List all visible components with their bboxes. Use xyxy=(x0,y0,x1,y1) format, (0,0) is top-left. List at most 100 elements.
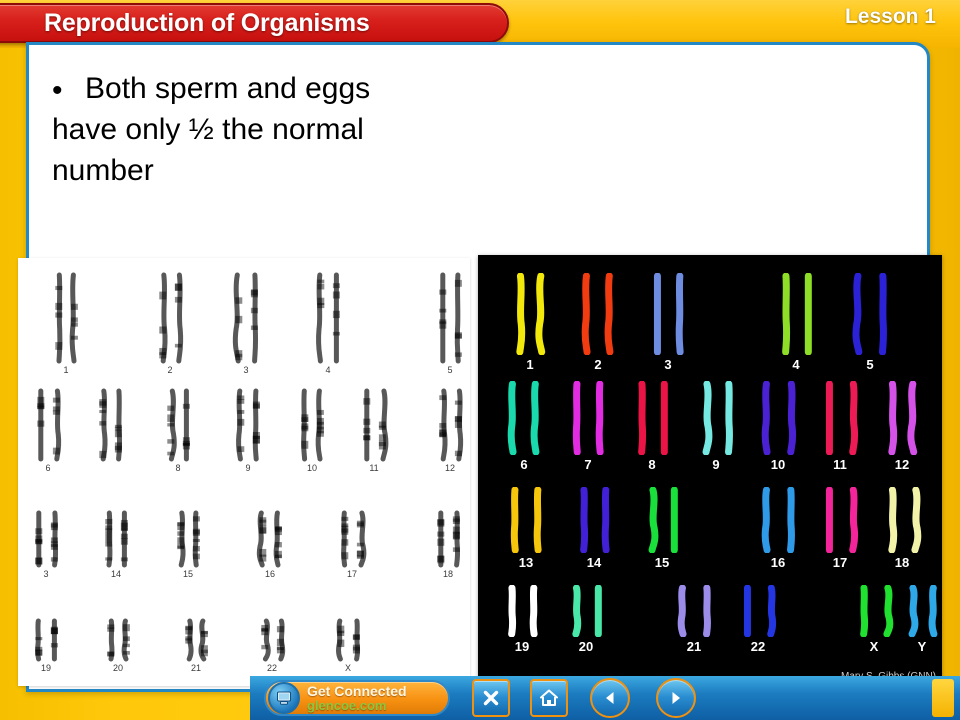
chromosome-label: 15 xyxy=(182,569,193,579)
nav-right-tab xyxy=(932,679,954,717)
chromosome-pair: 16 xyxy=(255,510,285,584)
bottom-navigation-bar: Get Connected glencoe.com xyxy=(250,676,960,720)
chromosome-label: 17 xyxy=(346,569,357,579)
chromosome-pair: 7 xyxy=(566,380,610,475)
chromosome-label: 17 xyxy=(832,555,848,570)
chromosome-label: 2 xyxy=(167,365,173,375)
chromosome-pair: 14 xyxy=(572,486,616,573)
chromosome-pair: 9 xyxy=(233,388,263,478)
chromosome-pair: 4 xyxy=(774,272,818,375)
chromosome-pair: 21 xyxy=(672,584,716,657)
lesson-badge: Lesson 1 xyxy=(844,5,936,28)
chromosome-pair: 15 xyxy=(173,510,203,584)
chromosome-label: 14 xyxy=(110,569,121,579)
get-connected-title: Get Connected xyxy=(307,683,407,700)
chromosome-label: 3 xyxy=(243,365,249,375)
chromosome-label: 3 xyxy=(664,357,672,372)
chromosome-label: 16 xyxy=(770,555,786,570)
close-icon xyxy=(483,690,499,706)
chromosome-pair: X xyxy=(333,618,363,678)
bullet-text: Both sperm and eggs have only ½ the norm… xyxy=(52,72,371,188)
chromosome-pair: 19 xyxy=(500,584,544,657)
chromosome-pair: 12 xyxy=(435,388,465,478)
chromosome-pair: Y xyxy=(900,584,942,657)
chromosome-pair: 22 xyxy=(257,618,287,678)
chromosome-label: 1 xyxy=(63,365,69,375)
chromosome-pair: 18 xyxy=(433,510,463,584)
chromosome-label: 9 xyxy=(245,463,251,473)
chromosome-pair: 17 xyxy=(337,510,367,584)
color-karyotype-image: Mary S. Gibbs (GNN) 12345678910111213141… xyxy=(478,255,942,686)
chromosome-label: X xyxy=(869,639,879,654)
chromosome-pair: 20 xyxy=(103,618,133,678)
chromosome-label: 6 xyxy=(45,463,51,473)
chromosome-pair: 2 xyxy=(155,272,185,380)
arrow-right-icon xyxy=(672,692,680,704)
chromosome-pair: 3 xyxy=(646,272,690,375)
chromosome-pair: 10 xyxy=(297,388,327,478)
next-button[interactable] xyxy=(656,678,696,718)
get-connected-labels: Get Connected glencoe.com xyxy=(307,684,407,712)
chromosome-pair: 1 xyxy=(508,272,552,375)
chromosome-label: 3 xyxy=(43,569,49,579)
chromosome-label: 16 xyxy=(264,569,275,579)
chromosome-label: 21 xyxy=(686,639,702,654)
title-banner: Reproduction of Organisms xyxy=(0,3,509,43)
chromosome-pair: 19 xyxy=(31,618,61,678)
chromosome-label: 12 xyxy=(444,463,455,473)
chromosome-pair: 11 xyxy=(359,388,389,478)
chromosome-label: 4 xyxy=(792,357,800,372)
chromosome-pair: 6 xyxy=(33,388,63,478)
chromosome-pair: 14 xyxy=(101,510,131,584)
chromosome-pair: 5 xyxy=(435,272,465,380)
chromosome-label: 5 xyxy=(866,357,874,372)
chromosome-pair: 18 xyxy=(880,486,924,573)
slide-stage: Reproduction of Organisms Lesson 1 • Bot… xyxy=(0,0,960,720)
grayscale-karyotype-image: 1 2 3 4 5 6 8 9 10 11 12 3 14 15 16 17 18 19 20 21 22 X xyxy=(18,258,470,686)
glencoe-url: glencoe.com xyxy=(307,697,387,713)
chromosome-label: 4 xyxy=(325,365,331,375)
chromosome-label: 20 xyxy=(112,663,123,673)
bullet-list: • Both sperm and eggs have only ½ the no… xyxy=(52,68,382,191)
chromosome-pair: 11 xyxy=(818,380,862,475)
chromosome-pair: 12 xyxy=(880,380,924,475)
chromosome-pair: 4 xyxy=(313,272,343,380)
previous-button[interactable] xyxy=(590,678,630,718)
chromosome-label: 6 xyxy=(520,457,528,472)
chromosome-label: 19 xyxy=(40,663,51,673)
chromosome-label: 2 xyxy=(594,357,602,372)
chromosome-label: 14 xyxy=(586,555,602,570)
chromosome-label: 18 xyxy=(442,569,453,579)
chromosome-label: 10 xyxy=(306,463,317,473)
chromosome-pair: 20 xyxy=(564,584,608,657)
chromosome-label: 22 xyxy=(266,663,277,673)
chromosome-label: 5 xyxy=(447,365,453,375)
get-connected-button[interactable]: Get Connected glencoe.com xyxy=(264,680,450,716)
chromosome-label: 1 xyxy=(526,357,534,372)
chromosome-label: 10 xyxy=(770,457,786,472)
arrow-left-icon xyxy=(606,692,614,704)
chromosome-pair: 21 xyxy=(181,618,211,678)
chromosome-pair: 6 xyxy=(502,380,546,475)
chromosome-pair: 9 xyxy=(694,380,738,475)
chromosome-label: 19 xyxy=(514,639,530,654)
chromosome-pair: 2 xyxy=(576,272,620,375)
chromosome-pair: 3 xyxy=(31,510,61,584)
chromosome-label: Y xyxy=(917,639,927,654)
chromosome-label: 7 xyxy=(584,457,592,472)
chromosome-pair: 1 xyxy=(51,272,81,380)
chromosome-pair: 22 xyxy=(736,584,780,657)
chromosome-pair: 8 xyxy=(630,380,674,475)
chromosome-pair: 10 xyxy=(756,380,800,475)
chromosome-pair: 16 xyxy=(756,486,800,573)
chromosome-label: 8 xyxy=(648,457,656,472)
chromosome-label: 9 xyxy=(712,457,720,472)
chromosome-pair: 5 xyxy=(848,272,892,375)
chromosome-label: 11 xyxy=(369,463,379,473)
close-button[interactable] xyxy=(472,679,510,717)
chromosome-label: 18 xyxy=(894,555,910,570)
home-button[interactable] xyxy=(530,679,568,717)
chromosome-pair: X xyxy=(852,584,896,657)
chromosome-label: 21 xyxy=(190,663,201,673)
chromosome-pair: 15 xyxy=(640,486,684,573)
